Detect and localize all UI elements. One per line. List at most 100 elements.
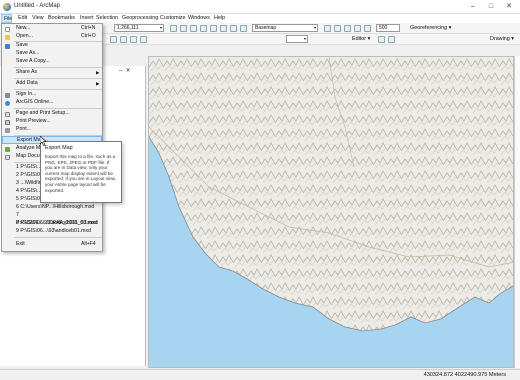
identify-icon[interactable] xyxy=(120,36,127,43)
status-bar: 430324.872 4022490.975 Meters xyxy=(0,369,520,380)
map-coordinates: 430324.872 4022490.975 Meters xyxy=(423,372,506,378)
basemap-label: Basemap xyxy=(255,25,277,31)
drawing-menu[interactable]: Drawing ▾ xyxy=(490,36,514,42)
editor-toolbar-icon[interactable] xyxy=(190,25,197,32)
menu-item-arcgis-online[interactable]: ArcGIS Online... xyxy=(2,99,102,107)
recent-file-item[interactable]: 6 C:\Users\NP...\Hillsborough.mxd xyxy=(2,204,102,212)
recent-file-item[interactable]: 7 P:\GIS\06...\93\andlceb011_93.mxd xyxy=(2,212,102,226)
menu-item-shortcut: Alt+F4 xyxy=(81,241,96,247)
open-folder-icon xyxy=(5,34,10,40)
menu-item-page-print-setup[interactable]: Page and Print Setup... xyxy=(2,110,102,118)
sign-in-icon xyxy=(5,92,10,98)
properties-icon xyxy=(5,154,10,160)
menu-item-label: Exit xyxy=(16,241,25,247)
menu-bar: File Edit View Bookmarks Insert Selectio… xyxy=(0,14,520,23)
select-features-icon[interactable] xyxy=(110,36,117,43)
layer-icon[interactable] xyxy=(324,25,331,32)
minimize-button[interactable]: – xyxy=(466,2,480,12)
chevron-down-icon: ▾ xyxy=(313,25,316,30)
page-setup-icon xyxy=(5,111,10,117)
menu-item-new[interactable]: New... Ctrl+N xyxy=(2,25,102,33)
python-icon[interactable] xyxy=(240,25,247,32)
menu-divider xyxy=(14,67,102,68)
menu-item-label: Open... xyxy=(16,33,34,39)
menu-bookmarks[interactable]: Bookmarks xyxy=(48,15,75,21)
menu-divider xyxy=(14,89,102,90)
table-of-contents-icon[interactable] xyxy=(200,25,207,32)
menu-item-label: Add Data xyxy=(16,80,38,86)
pin-icon[interactable]: ⇔ xyxy=(118,68,124,74)
measure-icon[interactable] xyxy=(140,36,147,43)
pan-icon[interactable] xyxy=(354,25,361,32)
menu-item-exit[interactable]: Exit Alt+F4 xyxy=(2,241,102,249)
menu-item-label: Sign In... xyxy=(16,91,37,97)
analyze-icon xyxy=(5,146,10,152)
recent-file-item[interactable]: 9 P:\GIS\06...\93\andlceb01.mxd xyxy=(2,228,102,236)
catalog-icon[interactable] xyxy=(210,25,217,32)
arctoolbox-icon[interactable] xyxy=(230,25,237,32)
menu-item-label: Page and Print Setup... xyxy=(16,110,70,116)
refresh-icon[interactable] xyxy=(344,25,351,32)
menu-customize[interactable]: Customize xyxy=(160,15,185,21)
recent-file-path: 9 P:\GIS\06...\93\andlceb01.mxd xyxy=(16,228,91,234)
layer-combo[interactable]: ▾ xyxy=(286,35,308,43)
menu-item-save-as[interactable]: Save As... xyxy=(2,50,102,58)
menu-edit[interactable]: Edit xyxy=(18,15,27,21)
maximize-button[interactable]: □ xyxy=(484,2,498,12)
mouse-pointer-icon xyxy=(40,136,47,146)
georeferencing-menu[interactable]: Georeferencing ▾ xyxy=(410,25,451,31)
toc-panel-controls: ⇔ ✕ xyxy=(118,67,146,75)
map-scale-value: 1:266,111 xyxy=(117,25,139,31)
menu-item-save-a-copy[interactable]: Save A Copy... xyxy=(2,58,102,66)
map-view[interactable] xyxy=(148,56,514,368)
chevron-down-icon: ▾ xyxy=(303,36,306,41)
menu-item-label: Print... xyxy=(16,126,31,132)
menu-item-print-preview[interactable]: Print Preview... xyxy=(2,118,102,126)
zoom-level-input[interactable]: 500 xyxy=(376,24,400,32)
window-title: Untitled - ArcMap xyxy=(14,3,61,9)
print-icon xyxy=(5,127,10,133)
chevron-down-icon: ▾ xyxy=(159,25,162,30)
globe-icon xyxy=(5,100,10,106)
menu-help[interactable]: Help xyxy=(214,15,225,21)
menu-windows[interactable]: Windows xyxy=(188,15,210,21)
search-icon[interactable] xyxy=(220,25,227,32)
menu-item-share-as[interactable]: Share As ▶ xyxy=(2,69,102,77)
menu-item-open[interactable]: Open... Ctrl+O xyxy=(2,33,102,41)
recent-file-item[interactable]: 8 P:\GIS\06...\CRAA_2016_03.mxd xyxy=(2,220,102,228)
straight-segment-icon[interactable] xyxy=(388,36,395,43)
menu-item-shortcut: Ctrl+N xyxy=(81,25,96,31)
add-data-icon[interactable] xyxy=(334,25,341,32)
add-basemap-combo[interactable]: Basemap ▾ xyxy=(252,24,318,32)
menu-file[interactable]: File xyxy=(1,14,12,23)
menu-view[interactable]: View xyxy=(32,15,44,21)
menu-selection[interactable]: Selection xyxy=(96,15,118,21)
menu-item-label: Print Preview... xyxy=(16,118,51,124)
close-icon[interactable]: ✕ xyxy=(126,68,131,74)
menu-item-label: ArcGIS Online... xyxy=(16,99,54,105)
dock-panel-strip[interactable] xyxy=(514,56,520,368)
menu-item-add-data[interactable]: Add Data ▶ xyxy=(2,80,102,88)
map-scale-combo[interactable]: 1:266,111 ▾ xyxy=(114,24,164,32)
close-button[interactable]: ✕ xyxy=(502,2,516,12)
find-icon[interactable] xyxy=(130,36,137,43)
menu-item-print[interactable]: Print... xyxy=(2,126,102,134)
menu-divider xyxy=(14,78,102,79)
new-document-icon xyxy=(5,26,10,32)
menu-insert[interactable]: Insert xyxy=(80,15,93,21)
submenu-arrow-icon: ▶ xyxy=(96,70,100,75)
zoom-in-icon[interactable] xyxy=(170,25,177,32)
zoom-out-icon[interactable] xyxy=(180,25,187,32)
editor-menu[interactable]: Editor ▾ xyxy=(352,36,370,42)
menu-item-label: Share As xyxy=(16,69,38,75)
rotate-icon[interactable] xyxy=(364,25,371,32)
menu-divider xyxy=(14,108,102,109)
menu-item-sign-in[interactable]: Sign In... xyxy=(2,91,102,99)
recent-file-path: 8 P:\GIS\06...\CRAA_2016_03.mxd xyxy=(16,220,98,226)
edit-tool-icon[interactable] xyxy=(378,36,385,43)
menu-item-save[interactable]: Save xyxy=(2,42,102,50)
map-canvas xyxy=(149,57,513,367)
print-preview-icon xyxy=(5,119,10,125)
menu-geoprocessing[interactable]: Geoprocessing xyxy=(122,15,158,21)
menu-item-label: Save xyxy=(16,42,28,48)
